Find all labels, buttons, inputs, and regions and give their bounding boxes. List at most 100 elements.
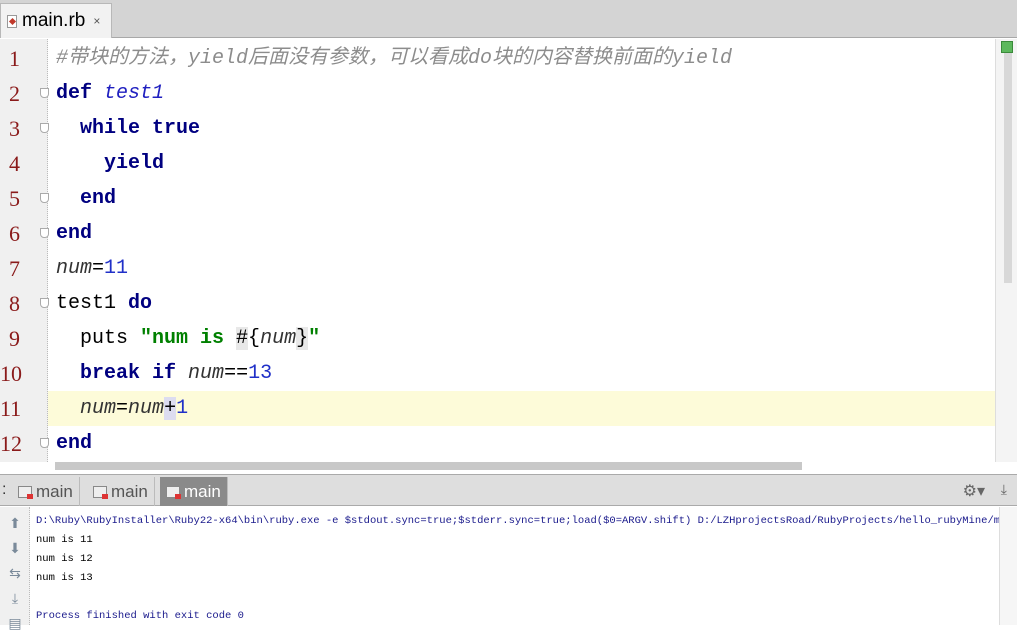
inspection-ok-icon (1001, 41, 1013, 53)
code-token: while true (80, 117, 201, 140)
code-token: break if (80, 362, 189, 385)
code-token: end (56, 222, 93, 245)
line-number: 7 (9, 256, 20, 281)
fold-marker-icon[interactable] (40, 193, 49, 203)
code-token: test1 (56, 292, 129, 315)
fold-marker-icon[interactable] (40, 228, 49, 238)
run-config-icon (18, 485, 33, 499)
console-output-line: Process finished with exit code 0 (36, 610, 244, 622)
code-token: do (128, 292, 153, 315)
run-tool-window-bar: : main main main ⚙▾ ⤓ (0, 474, 1017, 506)
code-line[interactable]: test1 do (40, 286, 995, 321)
code-token: test1 (104, 82, 165, 105)
code-token: + (164, 397, 177, 420)
line-number: 5 (9, 186, 20, 211)
code-token: 1 (176, 397, 189, 420)
close-tab-icon[interactable]: × (93, 14, 100, 28)
code-line[interactable]: end (40, 181, 995, 216)
line-number: 2 (9, 81, 20, 106)
line-number: 12 (0, 431, 22, 456)
code-line[interactable]: yield (48, 146, 995, 181)
line-number: 11 (0, 396, 22, 421)
code-token: } (296, 327, 309, 350)
ruby-file-icon (7, 14, 17, 28)
line-number: 10 (0, 361, 22, 386)
hide-panel-icon[interactable]: ⤓ (1001, 481, 1007, 498)
code-line[interactable]: while true (40, 111, 995, 146)
console-output-line: num is 11 (36, 534, 93, 546)
code-token: == (224, 362, 249, 385)
code-token: end (80, 187, 117, 210)
code-line[interactable]: def test1 (40, 76, 995, 111)
code-token: yield (104, 152, 165, 175)
scroll-to-end-icon[interactable]: ⤓ (4, 590, 26, 608)
console-output-line: num is 13 (36, 572, 93, 584)
code-token: = (116, 397, 129, 420)
scrollbar-thumb[interactable] (1004, 53, 1012, 283)
code-token: num (56, 257, 93, 280)
run-tab-main[interactable]: main (12, 477, 80, 506)
soft-wrap-icon[interactable]: ⇆ (4, 565, 26, 583)
run-console[interactable]: ⬆ ⬇ ⇆ ⤓ ▤ D:\Ruby\RubyInstaller\Ruby22-x64\b… (0, 507, 1017, 631)
code-line[interactable]: num=num+1 (48, 391, 995, 426)
run-tab-label: main (111, 481, 148, 501)
console-scrollbar[interactable] (999, 507, 1017, 625)
code-token: num (128, 397, 165, 420)
code-area[interactable]: #带块的方法，yield后面没有参数，可以看成do块的内容替换前面的yield d… (40, 39, 995, 462)
line-number-gutter: 1 2 3 4 5 6 7 8 9 10 11 12 (0, 39, 48, 462)
code-token: num (80, 397, 117, 420)
tab-label: main.rb (22, 10, 86, 31)
fold-marker-icon[interactable] (40, 298, 49, 308)
code-token: #带块的方法，yield后面没有参数，可以看成do块的内容替换前面的yield (56, 47, 733, 70)
print-icon[interactable]: ▤ (4, 615, 26, 633)
horizontal-scrollbar[interactable] (55, 462, 802, 470)
code-line[interactable]: break if num==13 (48, 356, 995, 391)
settings-gear-icon[interactable]: ⚙▾ (963, 481, 985, 501)
line-number: 1 (9, 46, 20, 71)
code-token: puts (56, 327, 141, 350)
line-number: 9 (9, 326, 20, 351)
run-tab-main[interactable]: main (87, 477, 155, 506)
code-token: " (308, 327, 321, 350)
editor-tab-bar: main.rb × (0, 0, 1017, 38)
code-line[interactable]: end (40, 426, 995, 461)
down-arrow-icon[interactable]: ⬇ (4, 540, 26, 558)
vertical-scrollbar[interactable] (995, 39, 1017, 462)
up-arrow-icon[interactable]: ⬆ (4, 515, 26, 533)
code-token: 11 (104, 257, 129, 280)
code-token: end (56, 432, 93, 455)
code-token: "num is (140, 327, 237, 350)
code-editor[interactable]: 1 2 3 4 5 6 7 8 9 10 11 12 #带块的方法，yield后面没有参数，可以看成d… (0, 39, 1017, 470)
run-config-icon (166, 485, 181, 499)
line-number: 4 (9, 151, 20, 176)
console-toolbar: ⬆ ⬇ ⇆ ⤓ ▤ (0, 507, 30, 631)
run-tab-label: main (184, 481, 221, 501)
line-number: 3 (9, 116, 20, 141)
code-token: def (56, 82, 105, 105)
code-token: { (248, 327, 261, 350)
code-token: 13 (248, 362, 273, 385)
code-token: num (260, 327, 297, 350)
code-token: # (236, 327, 249, 350)
code-token: num (188, 362, 225, 385)
code-token: = (92, 257, 105, 280)
fold-marker-icon[interactable] (40, 438, 49, 448)
run-tab-label: main (36, 481, 73, 501)
fold-marker-icon[interactable] (40, 88, 49, 98)
code-line[interactable]: puts "num is #{num}" (48, 321, 995, 356)
code-line[interactable]: end (40, 216, 995, 251)
fold-marker-icon[interactable] (40, 123, 49, 133)
code-line[interactable]: #带块的方法，yield后面没有参数，可以看成do块的内容替换前面的yield (48, 41, 995, 76)
run-prefix: : (2, 481, 7, 498)
tab-main-rb[interactable]: main.rb × (0, 3, 112, 38)
code-line[interactable]: num=11 (48, 251, 995, 286)
line-number: 6 (9, 221, 20, 246)
run-tab-main[interactable]: main (160, 477, 228, 506)
run-config-icon (93, 485, 108, 499)
line-number: 8 (9, 291, 20, 316)
